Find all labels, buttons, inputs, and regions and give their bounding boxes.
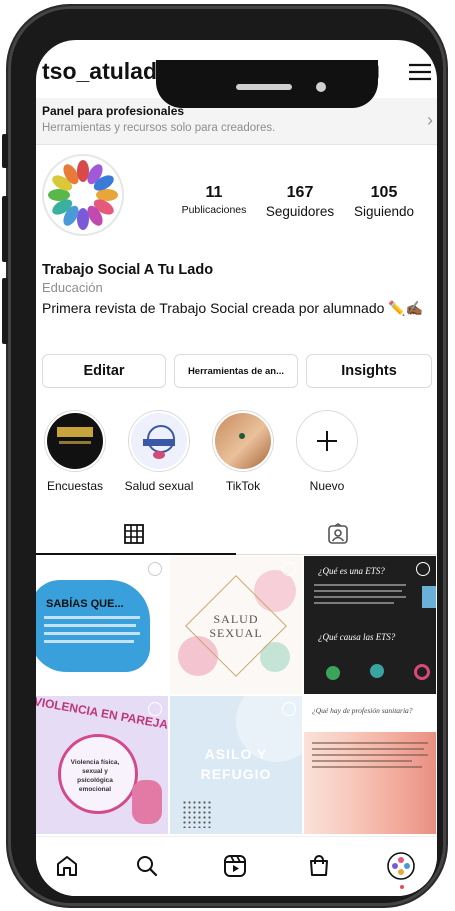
post-que-es-ets[interactable]: ¿Qué es una ETS? ¿Qué causa las ETS?: [304, 556, 436, 694]
post-body: Violencia física, sexual y psicológica e…: [70, 759, 120, 793]
plus-icon: [296, 410, 358, 472]
phone-frame: tso_atulado Panel para profesionales Her…: [2, 6, 446, 906]
highlight-label: TikTok: [225, 479, 261, 493]
highlight-new[interactable]: Nuevo: [288, 410, 366, 493]
post-title-line1: ASILO Y: [204, 746, 268, 762]
highlight-salud-sexual[interactable]: Salud sexual: [120, 410, 198, 493]
post-title-line2: REFUGIO: [200, 766, 272, 782]
home-icon[interactable]: [52, 851, 82, 881]
profile-actions: Editar Herramientas de an... Insights: [36, 354, 437, 390]
notch: [156, 60, 378, 108]
post-title-line1: SALUD: [213, 612, 259, 626]
highlight-encuestas[interactable]: Encuestas: [36, 410, 114, 493]
stat-followers-label: Seguidores: [265, 204, 335, 219]
profile-name: Trabajo Social A Tu Lado: [42, 262, 214, 278]
posts-grid: SABÍAS QUE... SALUD SEXUAL ¿Qué es una E…: [36, 556, 437, 836]
post-title: ¿Qué es una ETS?: [318, 566, 385, 576]
post-title: ¿Qué hay de profesión sanitaria?: [312, 706, 413, 715]
post-asilo-refugio[interactable]: ASILO Y REFUGIO: [170, 696, 302, 834]
profile-category: Educación: [42, 280, 103, 295]
screen: tso_atulado Panel para profesionales Her…: [36, 40, 437, 896]
post-title-line2: SEXUAL: [209, 626, 263, 640]
phone-mute-button: [2, 134, 8, 168]
stat-following[interactable]: 105 Siguiendo: [344, 184, 424, 219]
highlight-cover: [128, 410, 190, 472]
grid-icon[interactable]: [122, 522, 146, 546]
highlight-cover: [212, 410, 274, 472]
highlight-label: Salud sexual: [124, 479, 194, 493]
post-profesion-sanitaria[interactable]: ¿Qué hay de profesión sanitaria?: [304, 696, 436, 834]
notification-dot: [400, 885, 404, 889]
highlight-tiktok[interactable]: TikTok: [204, 410, 282, 493]
menu-icon[interactable]: [406, 60, 432, 84]
stat-posts-label: Publicaciones: [181, 204, 247, 216]
professional-tools-button[interactable]: Herramientas de an...: [174, 354, 298, 388]
select-circle[interactable]: [282, 562, 296, 576]
avatar-figure: [48, 189, 70, 201]
profile-tabs: [36, 514, 437, 554]
profile-avatar[interactable]: [42, 154, 124, 236]
stat-following-count: 105: [370, 184, 398, 201]
pro-panel-subtitle: Herramientas y recursos solo para creado…: [42, 122, 276, 134]
highlight-cover: [44, 410, 106, 472]
profile-bio: Primera revista de Trabajo Social creada…: [42, 300, 424, 316]
reels-icon[interactable]: [220, 851, 250, 881]
stat-followers-count: 167: [286, 184, 314, 201]
post-title: SABÍAS QUE...: [46, 598, 124, 610]
select-circle[interactable]: [416, 562, 430, 576]
tab-active-indicator: [36, 553, 236, 555]
post-violencia-pareja[interactable]: VIOLENCIA EN PAREJA Violencia física, se…: [36, 696, 168, 834]
pro-panel-title: Panel para profesionales: [42, 104, 185, 118]
tagged-icon[interactable]: [326, 522, 350, 546]
search-icon[interactable]: [132, 851, 162, 881]
profile-avatar-icon[interactable]: [386, 851, 416, 881]
avatar-figure: [77, 160, 89, 182]
avatar-figure: [96, 189, 118, 201]
bottom-nav: [36, 836, 437, 896]
post-title: VIOLENCIA EN PAREJA: [36, 696, 168, 732]
avatar-figure: [77, 208, 89, 230]
post-salud-sexual[interactable]: SALUD SEXUAL: [170, 556, 302, 694]
phone-volume-down-button: [2, 278, 8, 344]
select-circle[interactable]: [148, 562, 162, 576]
stat-followers[interactable]: 167 Seguidores: [258, 184, 342, 219]
highlight-label: Nuevo: [309, 479, 345, 493]
stat-posts[interactable]: 11 Publicaciones: [174, 184, 254, 216]
stat-posts-count: 11: [205, 184, 223, 201]
insights-button[interactable]: Insights: [306, 354, 432, 388]
phone-volume-up-button: [2, 196, 8, 262]
select-circle[interactable]: [282, 702, 296, 716]
post-sabias-que[interactable]: SABÍAS QUE...: [36, 556, 168, 694]
select-circle[interactable]: [148, 702, 162, 716]
edit-profile-button[interactable]: Editar: [42, 354, 166, 388]
stat-following-label: Siguiendo: [353, 204, 415, 219]
post-subtitle: ¿Qué causa las ETS?: [318, 632, 396, 642]
highlight-label: Encuestas: [46, 479, 104, 493]
shop-icon[interactable]: [304, 851, 334, 881]
chevron-right-icon: ›: [427, 110, 433, 130]
select-circle[interactable]: [416, 702, 430, 716]
username[interactable]: tso_atulado: [42, 58, 171, 85]
